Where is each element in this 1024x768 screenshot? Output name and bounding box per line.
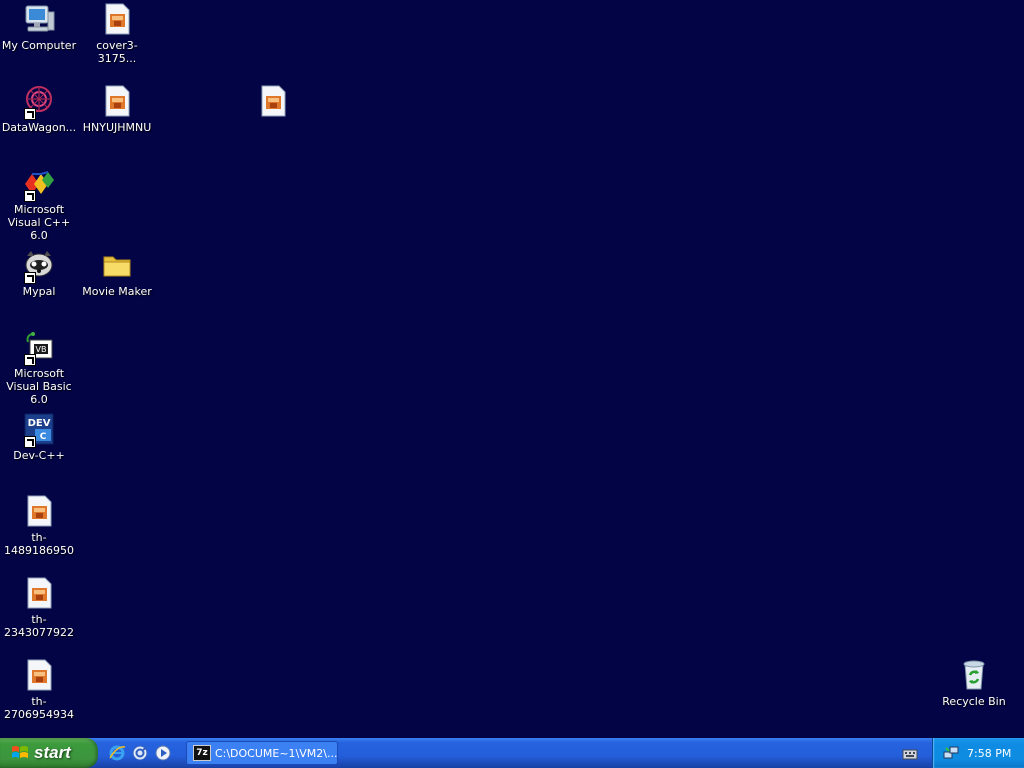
desktop-icon-label: Dev-C++ bbox=[13, 449, 65, 462]
image-file-icon bbox=[22, 494, 56, 528]
shortcut-arrow-icon bbox=[24, 436, 36, 448]
visual-basic-icon: VB bbox=[22, 330, 56, 366]
computer-icon bbox=[22, 2, 56, 36]
desktop-icon-visual-cpp[interactable]: Microsoft Visual C++ 6.0 bbox=[0, 166, 78, 242]
desktop-icon-movie-maker[interactable]: Movie Maker bbox=[78, 248, 156, 298]
desktop-icon-my-computer[interactable]: My Computer bbox=[0, 2, 78, 52]
desktop-icon-hnyujhmnu[interactable]: HNYUJHMNU bbox=[78, 84, 156, 134]
svg-text:C: C bbox=[40, 432, 47, 442]
taskbar-window-label: C:\DOCUME~1\VM2\... bbox=[214, 746, 337, 760]
mypal-icon bbox=[22, 248, 56, 284]
visual-cpp-icon bbox=[22, 166, 56, 202]
image-file-icon bbox=[100, 84, 134, 118]
desktop-icon-label: Microsoft Visual Basic 6.0 bbox=[6, 367, 72, 406]
svg-text:VB: VB bbox=[36, 345, 47, 354]
desktop-icon-label: HNYUJHMNU bbox=[82, 121, 152, 134]
desktop-icon-untitled-image[interactable] bbox=[234, 84, 312, 121]
image-file-icon bbox=[22, 576, 56, 610]
desktop-icon-mypal[interactable]: Mypal bbox=[0, 248, 78, 298]
desktop-icon-recycle-bin[interactable]: Recycle Bin bbox=[935, 658, 1013, 708]
internet-explorer-icon[interactable] bbox=[108, 744, 126, 762]
desktop-icon-label: Microsoft Visual C++ 6.0 bbox=[7, 203, 71, 242]
desktop-icon-visual-basic[interactable]: VB Microsoft Visual Basic 6.0 bbox=[0, 330, 78, 406]
desktop-icon-dev-cpp[interactable]: DEV C Dev-C++ bbox=[0, 412, 78, 462]
system-tray: 7:58 PM bbox=[932, 738, 1024, 768]
desktop-icon-label: th-2706954934 bbox=[4, 695, 74, 721]
shortcut-arrow-icon bbox=[24, 108, 36, 120]
desktop-icon-th-1489186950[interactable]: th-1489186950 bbox=[0, 494, 78, 557]
desktop: My Computer DataWagon... Microsoft Visua… bbox=[0, 0, 1024, 738]
folder-icon bbox=[100, 248, 134, 282]
taskbar: start 7z C:\DOCUME~1\VM2\... 7:58 PM bbox=[0, 738, 1024, 768]
desktop-icon-th-2343077922[interactable]: th-2343077922 bbox=[0, 576, 78, 639]
keyboard-icon[interactable] bbox=[902, 746, 918, 760]
svg-text:DEV: DEV bbox=[28, 418, 51, 429]
shortcut-arrow-icon bbox=[24, 190, 36, 202]
browser-icon[interactable] bbox=[131, 744, 149, 762]
network-icon[interactable] bbox=[943, 745, 959, 761]
media-player-icon[interactable] bbox=[154, 744, 172, 762]
desktop-icon-label: Recycle Bin bbox=[942, 695, 1006, 708]
desktop-icon-label: th-1489186950 bbox=[4, 531, 74, 557]
taskbar-window-button[interactable]: 7z C:\DOCUME~1\VM2\... bbox=[186, 741, 338, 765]
desktop-icon-label: Mypal bbox=[22, 285, 56, 298]
recycle-bin-icon bbox=[957, 658, 991, 692]
start-label: start bbox=[34, 743, 71, 762]
datawagon-icon bbox=[22, 84, 56, 120]
clock[interactable]: 7:58 PM bbox=[967, 747, 1011, 760]
image-file-icon bbox=[22, 658, 56, 692]
dev-cpp-icon: DEV C bbox=[22, 412, 56, 448]
image-file-icon bbox=[256, 84, 290, 118]
desktop-icon-label: th-2343077922 bbox=[4, 613, 74, 639]
desktop-icon-cover3[interactable]: cover3-3175... bbox=[78, 2, 156, 65]
desktop-icon-label: Movie Maker bbox=[82, 285, 152, 298]
desktop-icon-label: cover3-3175... bbox=[96, 39, 138, 65]
7zip-icon: 7z bbox=[193, 745, 211, 761]
start-button[interactable]: start bbox=[0, 738, 98, 768]
shortcut-arrow-icon bbox=[24, 354, 36, 366]
desktop-icon-datawagon[interactable]: DataWagon... bbox=[0, 84, 78, 134]
windows-logo-icon bbox=[11, 744, 29, 762]
desktop-icon-th-2706954934[interactable]: th-2706954934 bbox=[0, 658, 78, 721]
shortcut-arrow-icon bbox=[24, 272, 36, 284]
desktop-icon-label: My Computer bbox=[1, 39, 77, 52]
image-file-icon bbox=[100, 2, 134, 36]
desktop-icon-label: DataWagon... bbox=[1, 121, 77, 134]
